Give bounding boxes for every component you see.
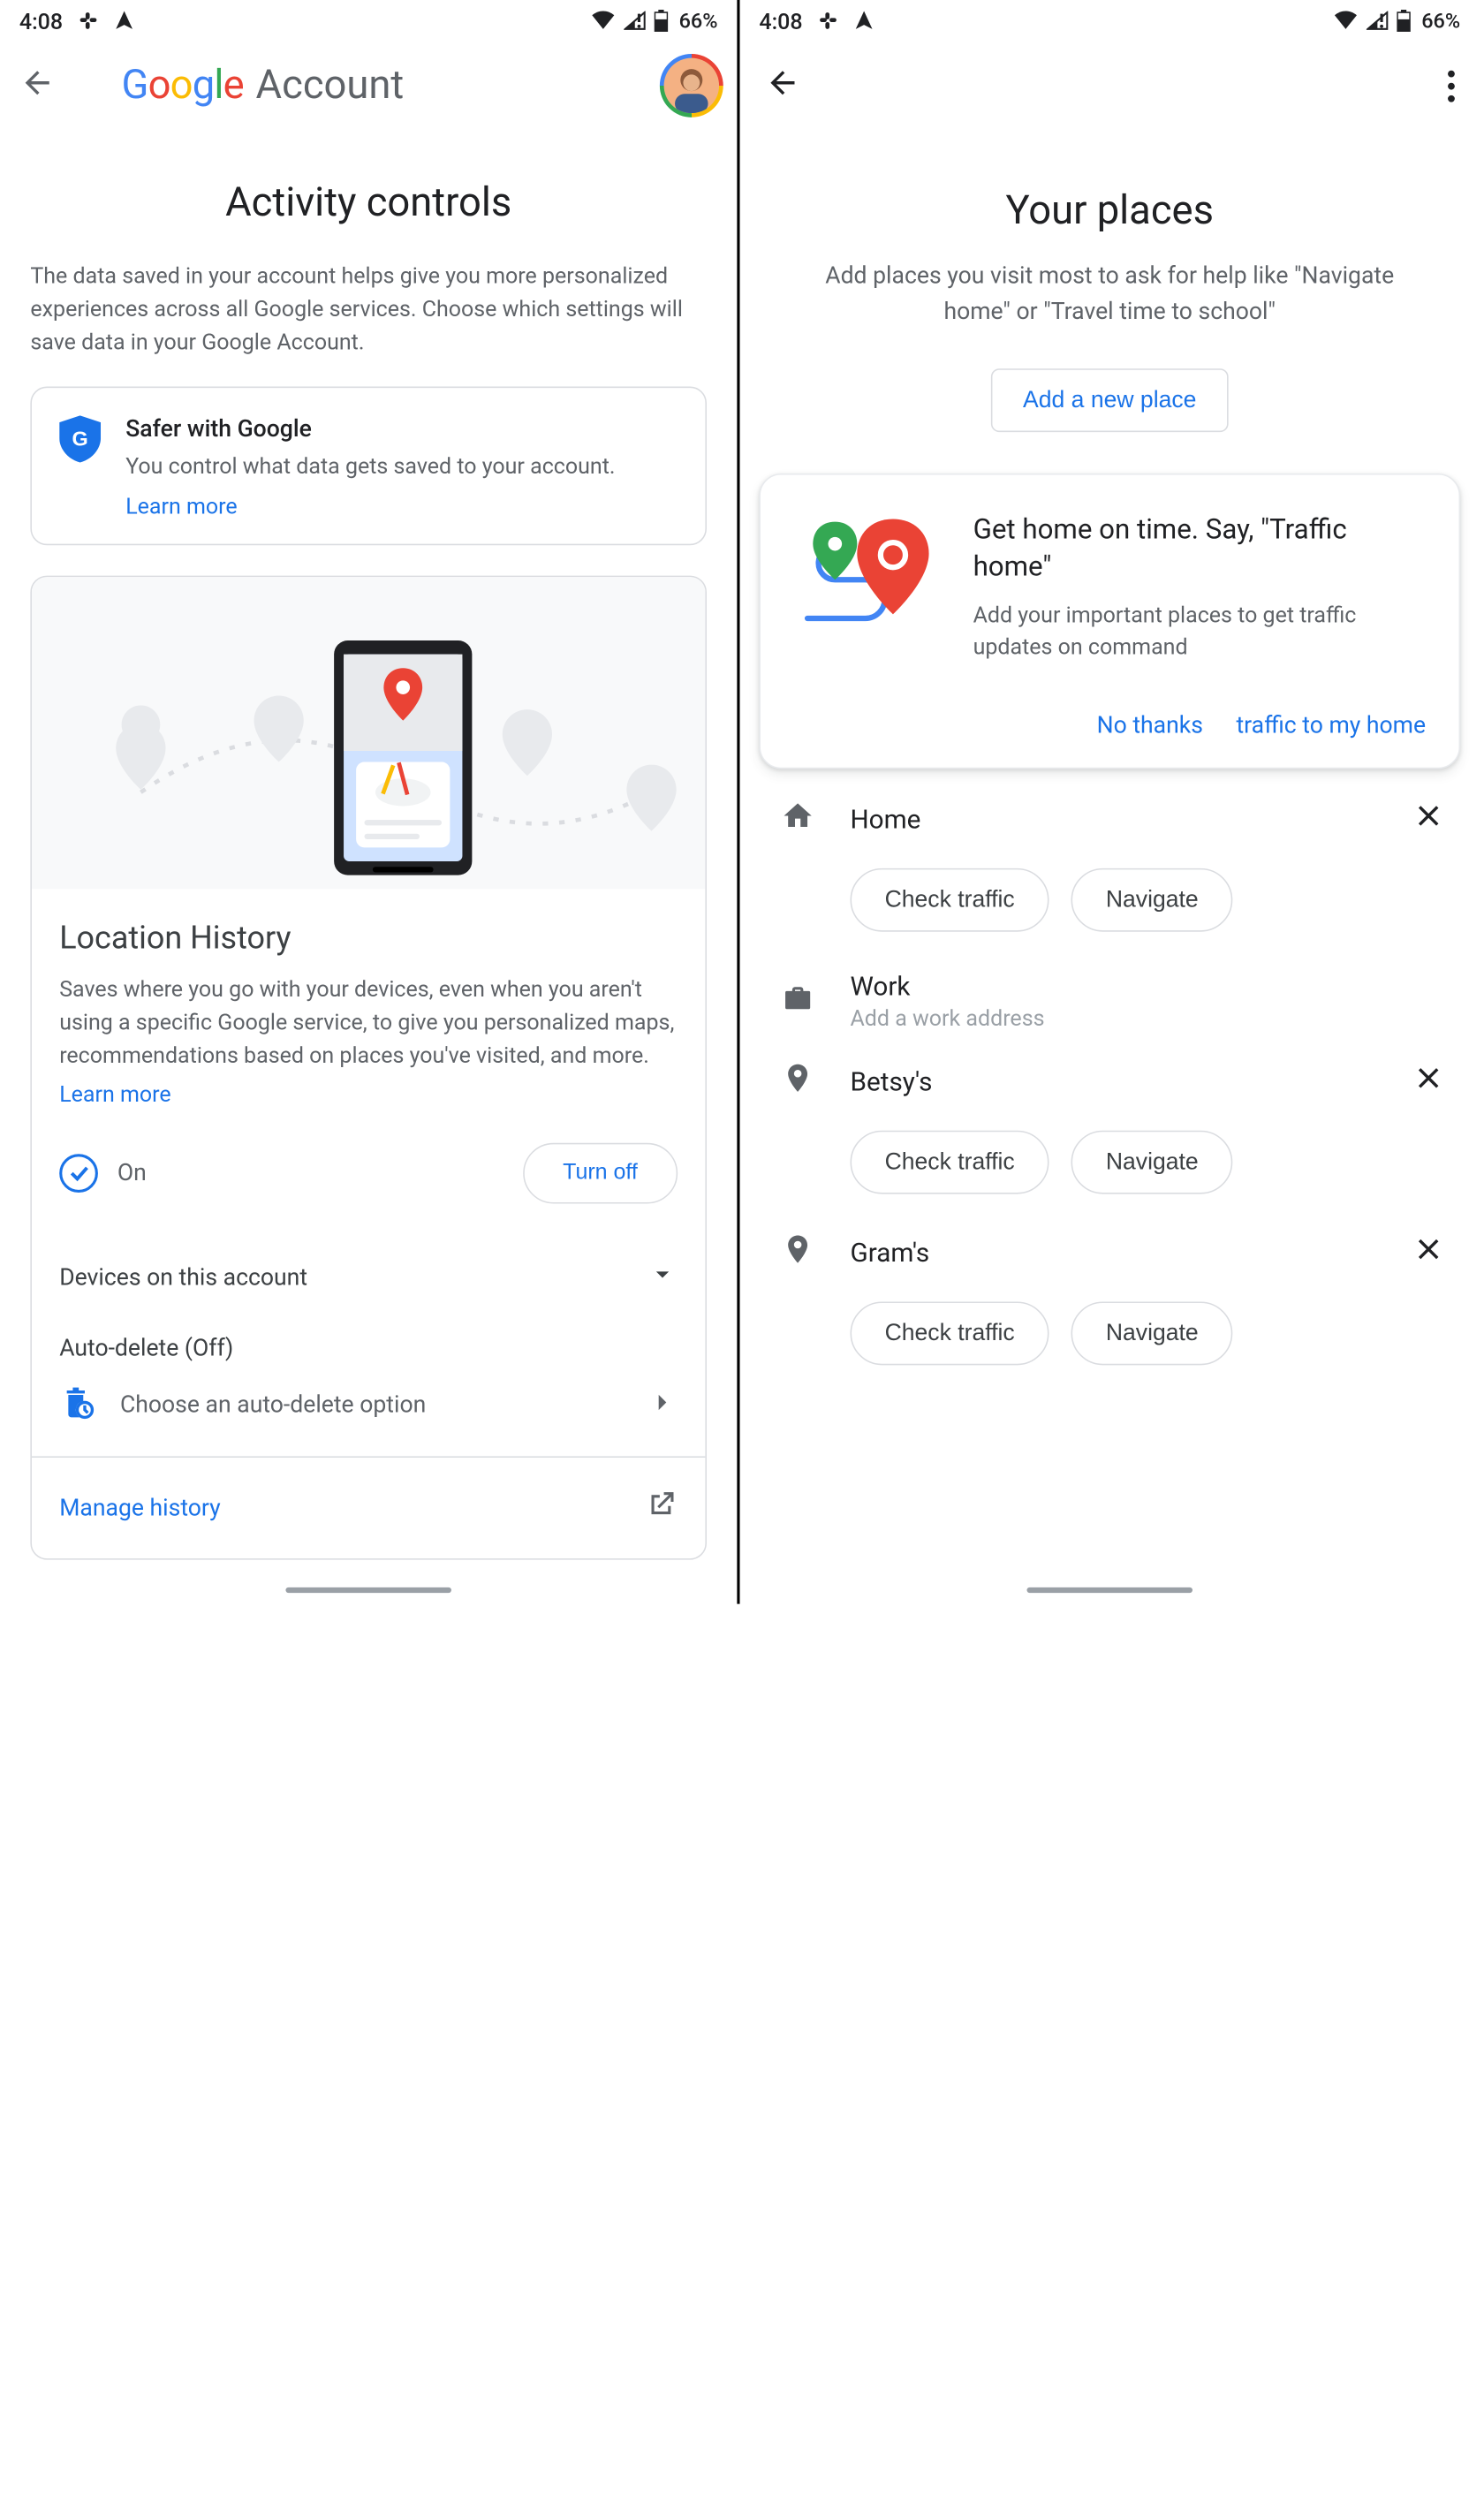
battery-icon bbox=[654, 10, 668, 32]
app-bar bbox=[740, 42, 1480, 130]
external-link-icon bbox=[645, 1489, 678, 1528]
remove-place-icon[interactable] bbox=[1413, 801, 1443, 837]
app-bar: Google Account bbox=[0, 42, 737, 130]
manage-history-label: Manage history bbox=[59, 1495, 221, 1522]
safer-title: Safer with Google bbox=[125, 415, 615, 443]
check-traffic-chip[interactable]: Check traffic bbox=[851, 1131, 1049, 1194]
home-icon bbox=[781, 799, 814, 838]
shield-icon: G bbox=[59, 415, 101, 519]
pin-icon bbox=[781, 1233, 814, 1272]
page-title: Your places bbox=[740, 188, 1480, 235]
navigate-chip[interactable]: Navigate bbox=[1071, 868, 1233, 932]
place-label[interactable]: Betsy's bbox=[851, 1065, 933, 1097]
page-title: Activity controls bbox=[0, 179, 737, 226]
nav-home-indicator bbox=[285, 1587, 451, 1593]
battery-percent: 66% bbox=[679, 8, 718, 33]
location-desc: Saves where you go with your devices, ev… bbox=[59, 974, 678, 1073]
location-history-card: Location History Saves where you go with… bbox=[30, 576, 707, 1560]
safer-desc: You control what data gets saved to your… bbox=[125, 451, 615, 482]
page-subtitle: The data saved in your account helps giv… bbox=[0, 260, 737, 360]
location-illustration bbox=[32, 578, 706, 890]
activity-controls-screen: 4:08 bbox=[0, 0, 740, 1604]
place-label[interactable]: Home bbox=[851, 803, 921, 835]
status-bar: 4:08 bbox=[740, 0, 1480, 42]
signal-icon bbox=[624, 11, 646, 31]
autodelete-label: Choose an auto-delete option bbox=[120, 1392, 426, 1420]
status-time: 4:08 bbox=[19, 8, 63, 34]
tip-desc: Add your important places to get traffic… bbox=[973, 599, 1427, 663]
back-icon[interactable] bbox=[765, 64, 801, 106]
pin-icon bbox=[781, 1062, 814, 1101]
place-label[interactable]: Gram's bbox=[851, 1237, 930, 1269]
work-icon bbox=[781, 982, 814, 1021]
devices-row[interactable]: Devices on this account bbox=[32, 1226, 706, 1330]
check-traffic-chip[interactable]: Check traffic bbox=[851, 1302, 1049, 1366]
nav-home-indicator bbox=[1027, 1587, 1193, 1593]
place-label: Work bbox=[851, 971, 1045, 1003]
navigate-chip[interactable]: Navigate bbox=[1071, 1131, 1233, 1194]
signal-icon bbox=[1367, 11, 1389, 31]
autodelete-row[interactable]: Choose an auto-delete option bbox=[32, 1363, 706, 1459]
manage-history-row[interactable]: Manage history bbox=[32, 1459, 706, 1559]
your-places-screen: 4:08 bbox=[740, 0, 1480, 1604]
battery-icon bbox=[1397, 10, 1411, 32]
svg-text:G: G bbox=[72, 428, 88, 451]
page-subtitle: Add places you visit most to ask for hel… bbox=[740, 260, 1480, 330]
location-title: Location History bbox=[59, 920, 678, 957]
safer-card: G Safer with Google You control what dat… bbox=[30, 387, 707, 546]
tip-traffic-home-link[interactable]: traffic to my home bbox=[1236, 713, 1426, 740]
devices-label: Devices on this account bbox=[59, 1264, 307, 1292]
status-time: 4:08 bbox=[759, 8, 802, 34]
avatar[interactable] bbox=[660, 54, 723, 117]
safer-learn-more-link[interactable]: Learn more bbox=[125, 493, 237, 519]
chevron-right-icon bbox=[647, 1388, 678, 1424]
turn-off-button[interactable]: Turn off bbox=[523, 1143, 678, 1204]
status-on-label: On bbox=[117, 1160, 147, 1187]
back-icon[interactable] bbox=[19, 64, 56, 106]
send-icon bbox=[852, 10, 874, 32]
place-work[interactable]: Work Add a work address bbox=[740, 941, 1480, 1032]
tip-no-thanks-link[interactable]: No thanks bbox=[1097, 713, 1203, 740]
location-learn-more-link[interactable]: Learn more bbox=[59, 1081, 170, 1108]
battery-percent: 66% bbox=[1421, 8, 1460, 33]
navigate-chip[interactable]: Navigate bbox=[1071, 1302, 1233, 1366]
tip-illustration bbox=[793, 511, 945, 635]
place-gram: Gram's Check traffic Navigate bbox=[740, 1203, 1480, 1375]
chevron-down-icon bbox=[647, 1260, 678, 1297]
add-place-button[interactable]: Add a new place bbox=[991, 368, 1228, 432]
place-betsy: Betsy's Check traffic Navigate bbox=[740, 1032, 1480, 1203]
send-icon bbox=[112, 10, 134, 32]
slack-icon bbox=[77, 10, 99, 32]
google-account-logo: Google Account bbox=[122, 62, 405, 109]
wifi-icon bbox=[1333, 11, 1358, 31]
tip-title: Get home on time. Say, "Traffic home" bbox=[973, 511, 1427, 585]
wifi-icon bbox=[591, 11, 616, 31]
status-bar: 4:08 bbox=[0, 0, 737, 42]
slack-icon bbox=[816, 10, 838, 32]
remove-place-icon[interactable] bbox=[1413, 1234, 1443, 1270]
autodelete-title: Auto-delete (Off) bbox=[32, 1330, 706, 1363]
remove-place-icon[interactable] bbox=[1413, 1064, 1443, 1100]
status-on-icon bbox=[59, 1155, 98, 1193]
traffic-tip-card: Get home on time. Say, "Traffic home" Ad… bbox=[759, 474, 1460, 769]
place-home: Home Check traffic Navigate bbox=[740, 769, 1480, 941]
check-traffic-chip[interactable]: Check traffic bbox=[851, 868, 1049, 932]
overflow-menu-icon[interactable] bbox=[1448, 70, 1455, 102]
autodelete-icon bbox=[59, 1385, 95, 1427]
place-hint: Add a work address bbox=[851, 1005, 1045, 1032]
